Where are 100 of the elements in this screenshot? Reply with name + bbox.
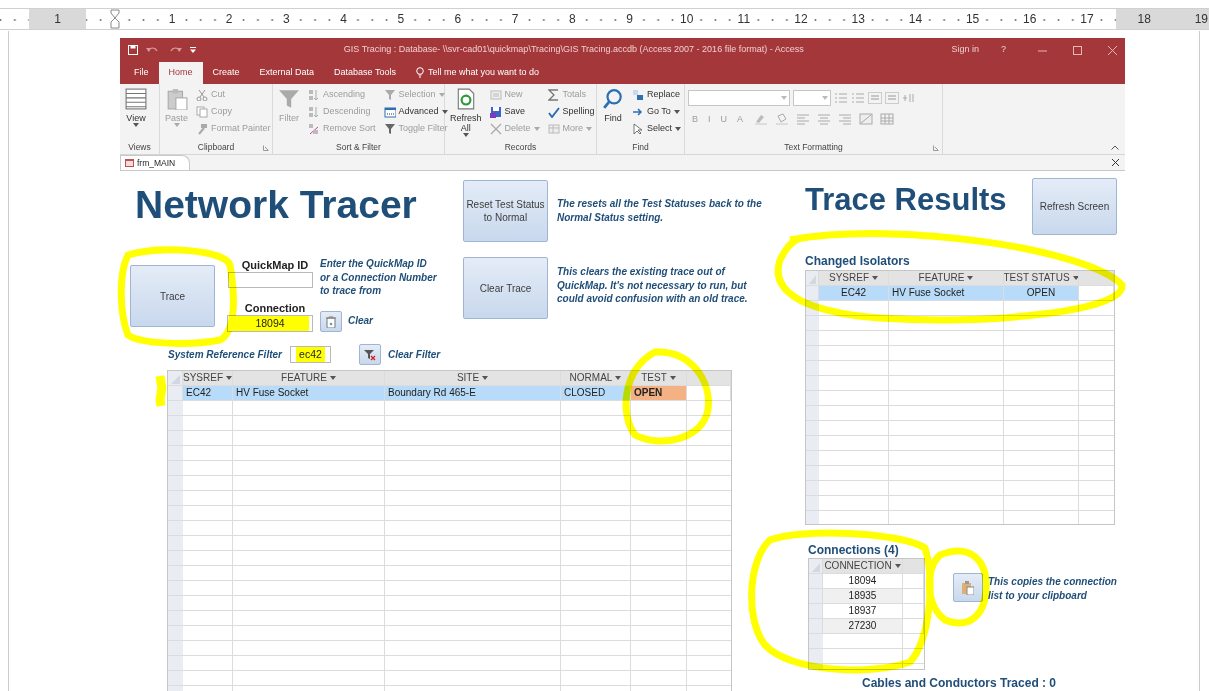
ruler-number: 1 (52, 12, 63, 26)
table-cell: OPEN (1004, 286, 1079, 301)
sort-icon (308, 105, 320, 118)
caret-icon (894, 564, 901, 568)
group-label: Sort & Filter (335, 141, 382, 154)
collapse-icon[interactable] (1111, 145, 1119, 150)
group-label: Text Formatting (783, 141, 844, 154)
copy-icon (196, 105, 208, 118)
refresh-button[interactable]: Refresh Screen (1032, 178, 1117, 235)
help-button[interactable]: ? (1001, 43, 1006, 57)
empty-table-cell (903, 604, 924, 619)
window-title: GIS Tracing : Database- \\svr-cad01\quickmap\Tracing\GIS Tracing.accdb (Access 2007 - 2016 file format) - Access (342, 43, 805, 57)
ribbon-tab[interactable]: Home (158, 62, 203, 84)
ribbon-button[interactable]: Refresh All (448, 86, 484, 141)
close-icon[interactable] (1112, 159, 1119, 166)
input-field[interactable]: 18094 (227, 315, 313, 332)
caret-icon (1072, 276, 1078, 280)
form-tab[interactable]: frm_MAIN (120, 155, 191, 170)
ribbon-tab[interactable]: Database Tools (324, 62, 406, 84)
ribbon-button[interactable]: Go To (630, 103, 683, 120)
funnel-icon (383, 88, 396, 101)
ribbon-button[interactable]: Replace (630, 86, 683, 103)
input-field[interactable] (228, 272, 313, 288)
paragraph-direction-icon[interactable] (902, 92, 916, 104)
caret-icon (669, 376, 676, 380)
ribbon-tab[interactable]: External Data (249, 62, 325, 84)
row-selector[interactable] (806, 286, 819, 301)
clear-filter-link[interactable]: Clear Filter (388, 348, 441, 362)
row-selector[interactable] (809, 604, 823, 619)
select-all-button[interactable] (806, 271, 819, 286)
group-label: Clipboard (196, 141, 236, 154)
caret-icon (329, 376, 336, 380)
ruler-number: 17 (1078, 12, 1096, 26)
ruler-number: 1 (166, 12, 178, 26)
numbered-list-icon[interactable] (851, 92, 865, 104)
ribbon-button[interactable]: Spelling (545, 103, 597, 120)
clear-filter-icon (364, 348, 376, 361)
caret-icon (438, 92, 445, 97)
gridlines-icon[interactable] (880, 113, 895, 125)
row-selector[interactable] (809, 574, 823, 589)
clear-filter-button[interactable] (359, 344, 381, 365)
column-header-label: TEST STATUS (1004, 271, 1070, 285)
launcher-icon[interactable] (933, 145, 939, 151)
ribbon-button[interactable]: Save (487, 103, 542, 120)
undo-icon[interactable] (146, 46, 160, 54)
section-title: Cables and Conductors Traced : 0 (862, 675, 1057, 691)
ruler-number: 3 (281, 12, 292, 26)
clear-trace-button[interactable]: Clear Trace (463, 257, 548, 319)
bullet-list-icon[interactable] (834, 92, 848, 104)
table-cell: EC42 (183, 386, 233, 401)
clear-button[interactable] (320, 311, 342, 332)
save-icon[interactable] (128, 45, 138, 55)
sign-in-link[interactable]: Sign in (951, 43, 979, 57)
ruler-number: 8 (566, 12, 578, 26)
ruler-number: 19 (1192, 12, 1209, 26)
maximize-icon[interactable] (1073, 45, 1082, 55)
ruler-number: 13 (849, 12, 867, 26)
help-note: Enter the QuickMap ID or a Connection Number to trace from (320, 257, 438, 298)
cursor-icon (632, 122, 644, 135)
highlight-icon[interactable] (754, 113, 769, 125)
caret-icon (226, 376, 232, 380)
align-left-icon[interactable] (796, 113, 811, 125)
row-selector[interactable] (168, 386, 183, 401)
ribbon-button[interactable]: Advanced (381, 103, 450, 120)
ruler-number: 7 (509, 12, 521, 26)
ribbon-tab[interactable]: File (124, 62, 159, 84)
font-size-field[interactable] (793, 90, 831, 106)
column-header[interactable]: CONNECTION (823, 559, 903, 574)
ribbon-button[interactable]: Select (630, 120, 683, 137)
clear-link[interactable]: Clear (348, 314, 373, 328)
delete-icon (489, 122, 502, 135)
shading-icon[interactable] (859, 113, 874, 125)
input-field[interactable]: ec42 (290, 346, 331, 363)
table-cell: OPEN (631, 386, 687, 401)
section-title: Connections (4) (808, 542, 899, 559)
trace-button[interactable]: Trace (130, 265, 215, 327)
align-right-icon[interactable] (838, 113, 853, 125)
launcher-icon[interactable] (263, 145, 269, 151)
column-header-label: SITE (456, 371, 480, 385)
funnel-icon (383, 122, 396, 135)
caret-icon (675, 126, 681, 131)
fill-color-icon[interactable] (775, 113, 790, 125)
row-selector[interactable] (809, 619, 823, 634)
tell-me-field[interactable]: Tell me what you want to do (427, 66, 539, 78)
ribbon-button[interactable]: View (123, 86, 149, 141)
select-all-button[interactable] (809, 559, 823, 574)
copy-button[interactable] (953, 573, 983, 602)
font-name-field[interactable] (688, 90, 790, 106)
ribbon-tab[interactable]: Create (202, 62, 250, 84)
align-center-icon[interactable] (817, 113, 832, 125)
table-cell: HV Fuse Socket (889, 286, 1004, 301)
select-all-button[interactable] (168, 371, 183, 386)
indent-marker-icon[interactable] (109, 9, 120, 29)
outdent-icon[interactable] (885, 92, 899, 104)
indent-icon[interactable] (868, 92, 882, 104)
row-selector[interactable] (809, 589, 823, 604)
customize-icon[interactable] (190, 47, 196, 53)
ribbon-button[interactable]: Find (600, 86, 626, 141)
reset-button[interactable]: Reset Test Status to Normal (463, 180, 548, 242)
redo-icon[interactable] (168, 46, 182, 54)
